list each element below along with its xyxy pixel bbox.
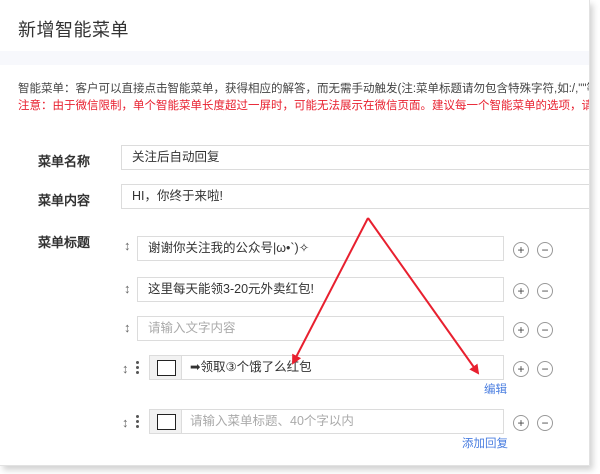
annotation-arrows <box>292 217 480 375</box>
arrow-to-edit-link <box>367 217 480 375</box>
dialog-frame: 新增智能菜单 智能菜单：客户可以直接点击智能菜单，获得相应的解答，而无需手动触发… <box>0 0 590 466</box>
arrow-to-title-input <box>292 217 369 365</box>
